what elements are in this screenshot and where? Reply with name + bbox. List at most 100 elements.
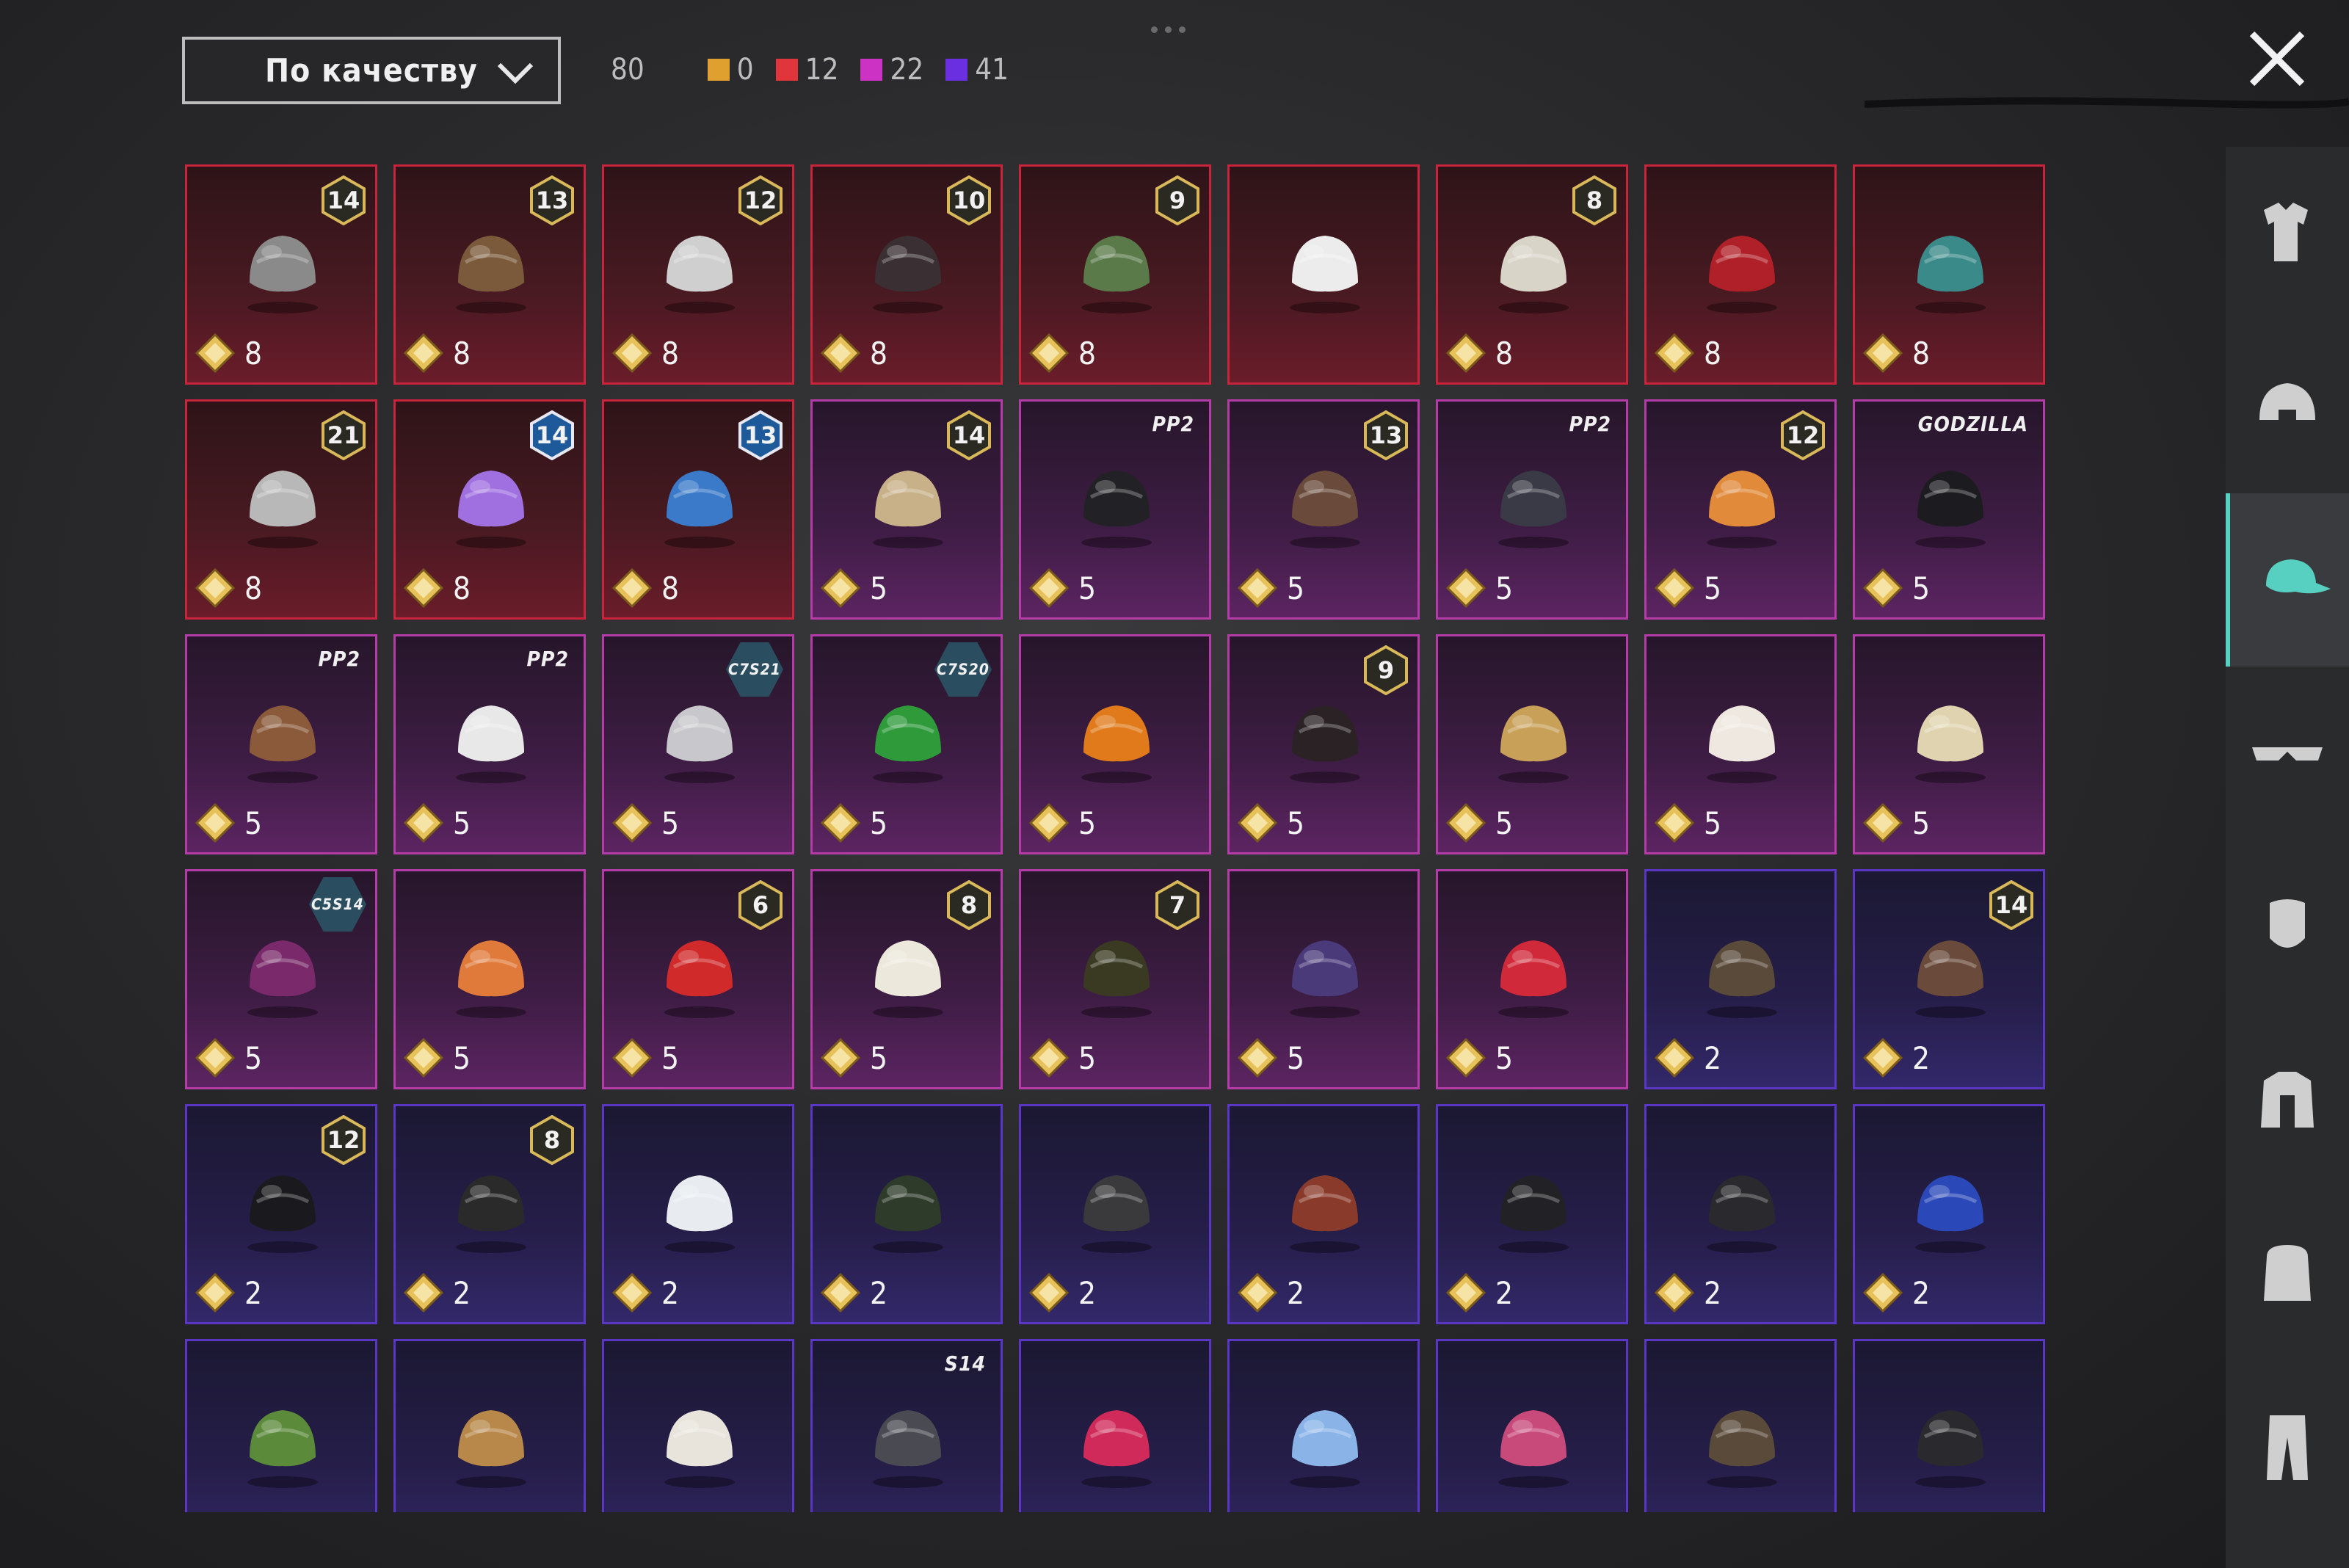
item-price: 5: [820, 1037, 887, 1078]
robot-helmet-icon: [664, 471, 735, 548]
item-card-hockey-helmet[interactable]: 2: [1019, 1104, 1211, 1324]
santa-hat-beard-icon: [664, 940, 735, 1018]
gold-diamond-icon: [403, 802, 444, 843]
gold-diamond-icon: [195, 567, 236, 609]
item-card-flower-hat-wig[interactable]: 13 8: [393, 164, 586, 385]
item-price: 5: [820, 802, 887, 843]
item-card-cat-ear-cap-wig[interactable]: 14 2: [1853, 869, 2045, 1089]
item-card-officer-cap[interactable]: 75: [1019, 869, 1211, 1089]
item-card-goggles-red-hair[interactable]: 2: [1227, 1104, 1420, 1324]
item-card-black-cap[interactable]: 2: [1436, 1104, 1628, 1324]
close-icon[interactable]: [2246, 28, 2308, 90]
item-card-white-blue-cap[interactable]: 2: [602, 1104, 794, 1324]
item-price-value: 2: [1078, 1274, 1097, 1311]
item-card-purple-crystal-hat[interactable]: 14 8: [393, 399, 586, 620]
item-card-witch-hat-braids[interactable]: 5: [1227, 869, 1420, 1089]
item-card-black-wig[interactable]: PP2 5: [1019, 399, 1211, 620]
item-card-dark-cap[interactable]: [1853, 1339, 2045, 1512]
purple-crystal-hat-icon: [456, 471, 526, 548]
item-price: 2: [1654, 1037, 1721, 1078]
item-price: 8: [1862, 333, 1930, 374]
item-price: 5: [403, 1037, 471, 1078]
item-card-bunny-ear-headband[interactable]: [1227, 1339, 1420, 1512]
item-card-robot-helmet[interactable]: 13 8: [602, 399, 794, 620]
item-card-bear-head[interactable]: PP2 5: [185, 634, 377, 854]
item-card-knight-helmet[interactable]: S14: [810, 1339, 1003, 1512]
sidebar-item-mask[interactable]: [2226, 840, 2349, 1013]
white-hat-icon: [873, 940, 943, 1018]
level-badge-value: 12: [327, 1126, 360, 1154]
item-price-value: 5: [244, 805, 263, 841]
item-card-orange-crown[interactable]: 5: [393, 869, 586, 1089]
item-card-demon-mask[interactable]: 21 8: [185, 399, 377, 620]
item-card-blonde-wig-flower[interactable]: 14 5: [810, 399, 1003, 620]
item-card-white-hat[interactable]: 85: [810, 869, 1003, 1089]
item-card-cap-red-glasses[interactable]: PP2 5: [1436, 399, 1628, 620]
item-card-orange-pigtails[interactable]: 12 5: [1644, 399, 1837, 620]
item-card-pink-cap[interactable]: [1019, 1339, 1211, 1512]
item-card-bunny-ear-helmet[interactable]: 12 2: [185, 1104, 377, 1324]
item-card-silver-wig[interactable]: 88: [1436, 164, 1628, 385]
sidebar-item-glasses[interactable]: [2226, 667, 2349, 840]
item-card-pink-beret[interactable]: [1436, 1339, 1628, 1512]
item-card-santa-hat-beard[interactable]: 65: [602, 869, 794, 1089]
level-badge-value: 10: [952, 186, 986, 214]
item-card-zombie-head[interactable]: 98: [1019, 164, 1211, 385]
green-cap-icon: [247, 1410, 318, 1488]
item-card-panda-head[interactable]: PP2 5: [393, 634, 586, 854]
item-card-cricket-helmet[interactable]: 2: [1853, 1104, 2045, 1324]
sidebar-item-pants[interactable]: [2226, 1360, 2349, 1533]
item-card-black-hair-red-glasses[interactable]: GODZILLA 5: [1853, 399, 2045, 620]
item-card-witch-hat[interactable]: 2: [1644, 1104, 1837, 1324]
item-card-purple-curly-hair[interactable]: C5S14 5: [185, 869, 377, 1089]
item-card-hooded-skull[interactable]: 82: [393, 1104, 586, 1324]
gold-diamond-icon: [820, 333, 861, 374]
item-card-pumpkin-head[interactable]: 5: [1019, 634, 1211, 854]
item-card-green-cap[interactable]: [185, 1339, 377, 1512]
item-card-white-cowboy-hat[interactable]: [1227, 164, 1420, 385]
item-card-red-hair-cap[interactable]: 5: [1436, 869, 1628, 1089]
sidebar-item-jacket[interactable]: [2226, 1013, 2349, 1186]
item-card-headband-hair[interactable]: 2: [1644, 869, 1837, 1089]
item-price-value: 5: [1287, 570, 1305, 606]
item-card-green-hair[interactable]: C7S20 5: [810, 634, 1003, 854]
item-card-long-dark-wig[interactable]: 95: [1227, 634, 1420, 854]
item-price: 5: [1445, 802, 1513, 843]
sort-dropdown-label: По качеству: [265, 51, 478, 90]
item-card-turban[interactable]: [602, 1339, 794, 1512]
item-price: 5: [1445, 1037, 1513, 1078]
long-blonde-wig-icon: [1498, 705, 1569, 783]
sidebar-item-outfit[interactable]: [2226, 147, 2349, 320]
item-card-silver-hair[interactable]: C7S21 5: [602, 634, 794, 854]
sidebar-item-cap[interactable]: [2226, 493, 2349, 667]
item-card-beanie[interactable]: [393, 1339, 586, 1512]
item-card-goggles-hair[interactable]: 13 5: [1227, 399, 1420, 620]
item-card-white-tiger-hat[interactable]: 5: [1644, 634, 1837, 854]
turban-icon: [664, 1410, 735, 1488]
gold-diamond-icon: [1028, 1037, 1070, 1078]
panda-head-icon: [456, 705, 526, 783]
item-card-tiara-curly-wig[interactable]: 5: [1853, 634, 2045, 854]
item-card-dragon-helmet[interactable]: 8: [1853, 164, 2045, 385]
sidebar-item-helmet[interactable]: [2226, 320, 2349, 493]
item-price-value: 8: [1704, 335, 1722, 371]
sort-dropdown[interactable]: По качеству: [182, 37, 561, 104]
item-card-dark-wig[interactable]: 10 8: [810, 164, 1003, 385]
item-price: 2: [820, 1272, 887, 1313]
sidebar-item-backpack[interactable]: [2226, 1186, 2349, 1360]
item-price: 2: [1237, 1272, 1304, 1313]
orange-pigtails-icon: [1707, 471, 1777, 548]
item-price: 5: [1654, 567, 1721, 609]
item-price-value: 5: [661, 1039, 680, 1076]
gold-diamond-icon: [1862, 333, 1903, 374]
drag-handle-dots[interactable]: [1151, 26, 1186, 33]
level-badge-value: 14: [327, 186, 360, 214]
item-price-value: 8: [244, 335, 263, 371]
item-card-red-helmet[interactable]: 8: [1644, 164, 1837, 385]
wolf-mask-hat-icon: [247, 236, 318, 313]
item-card-white-bow-wig[interactable]: 12 8: [602, 164, 794, 385]
item-card-long-blonde-wig[interactable]: 5: [1436, 634, 1628, 854]
item-card-tactical-gas-helmet[interactable]: 2: [810, 1104, 1003, 1324]
item-card-wolf-mask-hat[interactable]: 14 8: [185, 164, 377, 385]
item-card-aviator-helmet[interactable]: [1644, 1339, 1837, 1512]
